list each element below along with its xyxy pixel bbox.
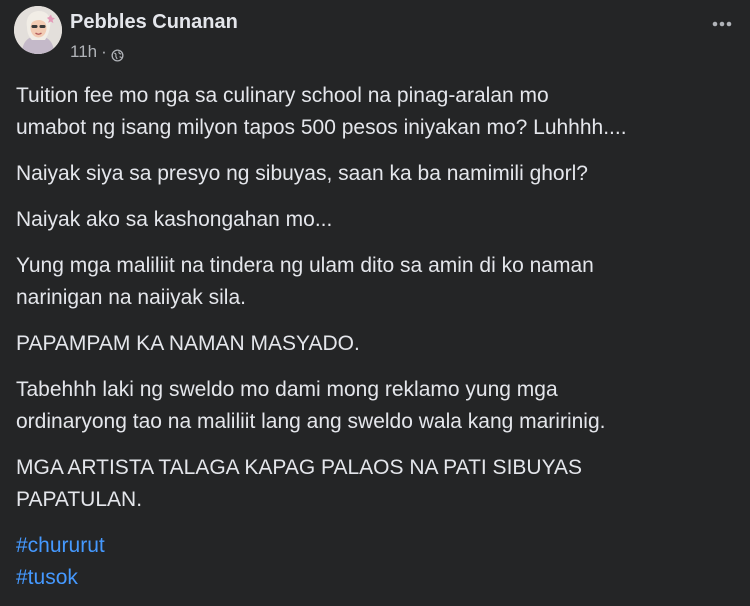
more-options-icon[interactable] — [708, 12, 736, 36]
avatar[interactable] — [14, 6, 62, 54]
post-paragraph: Naiyak ako sa kashongahan mo... — [16, 208, 333, 231]
meta-separator: · — [101, 42, 107, 61]
author-name[interactable]: Pebbles Cunanan — [70, 11, 238, 34]
post-timestamp[interactable]: 11h — [70, 42, 97, 62]
post-meta: 11h · — [70, 42, 124, 62]
post-body: Tuition fee mo nga sa culinary school na… — [16, 80, 740, 594]
post-paragraph: PAPAMPAM KA NAMAN MASYADO. — [16, 332, 360, 355]
facebook-post: Pebbles Cunanan 11h · Tuition fee mo nga… — [0, 0, 750, 606]
post-header: Pebbles Cunanan 11h · — [14, 6, 736, 66]
post-paragraph: Yung mga maliliit na tindera ng ulam dit… — [16, 254, 594, 309]
post-paragraph: Tabehhh laki ng sweldo mo dami mong rekl… — [16, 378, 606, 433]
globe-icon[interactable] — [111, 47, 124, 62]
post-paragraph: MGA ARTISTA TALAGA KAPAG PALAOS NA PATI … — [16, 456, 583, 511]
hashtag-list: #chururut #tusok — [16, 530, 740, 594]
avatar-image — [14, 6, 62, 54]
hashtag-link[interactable]: #tusok — [16, 562, 740, 594]
post-paragraph: Naiyak siya sa presyo ng sibuyas, saan k… — [16, 162, 588, 185]
hashtag-link[interactable]: #chururut — [16, 530, 740, 562]
post-paragraph: Tuition fee mo nga sa culinary school na… — [16, 84, 627, 139]
